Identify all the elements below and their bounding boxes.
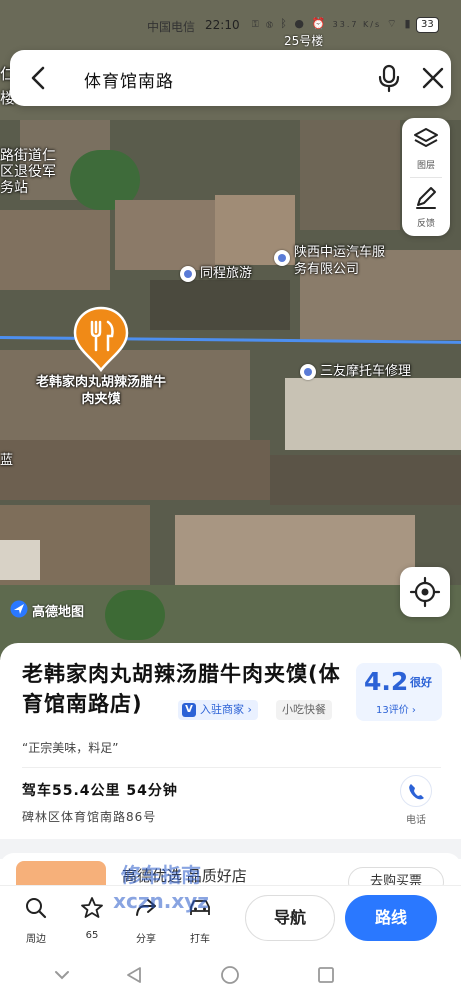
search-icon — [26, 898, 47, 919]
phone-label: 电话 — [406, 815, 426, 826]
signal-icon: ▮ — [404, 17, 413, 30]
layers-button[interactable]: 图层 — [402, 120, 450, 176]
nearby-label: 周边 — [26, 934, 46, 945]
locate-button[interactable] — [400, 567, 450, 617]
nav-recents-icon[interactable] — [316, 965, 336, 985]
map-block — [0, 210, 110, 290]
taxi-label: 打车 — [190, 934, 210, 945]
divider — [22, 767, 441, 768]
phone-circle — [400, 775, 432, 807]
drive-distance: 驾车55.4公里 54分钟 — [22, 783, 178, 799]
verified-icon: V — [182, 703, 196, 717]
share-label: 分享 — [136, 934, 156, 945]
route-button[interactable]: 路线 — [345, 895, 437, 941]
nearby-button[interactable]: 周边 — [14, 894, 58, 945]
favorite-count: 65 — [85, 930, 99, 941]
restaurant-pin-icon[interactable] — [72, 306, 130, 372]
amap-logo-text: 高德地图 — [32, 605, 85, 620]
carrier-label: 中国电信 — [147, 20, 196, 34]
map-block — [0, 440, 270, 500]
map-block — [115, 200, 215, 270]
feedback-button[interactable]: 反馈 — [402, 178, 450, 234]
car-service-icon[interactable] — [274, 250, 290, 266]
map-edge-label: 区退役军 — [0, 164, 56, 180]
back-arrow-icon[interactable] — [24, 63, 54, 93]
microphone-icon[interactable] — [374, 63, 404, 93]
wrench-icon[interactable] — [300, 364, 316, 380]
map-tools: 图层 反馈 — [402, 118, 450, 236]
amap-logo: 高德地图 — [10, 600, 84, 620]
review-count[interactable]: 13评价 › — [376, 701, 416, 716]
map-block — [270, 455, 461, 505]
phone-button[interactable]: 电话 — [398, 775, 434, 827]
rating-word: 很好 — [410, 676, 432, 689]
map-block — [105, 590, 165, 640]
feedback-label: 反馈 — [416, 219, 435, 229]
map-block — [300, 120, 400, 230]
navigate-button[interactable]: 导航 — [245, 895, 335, 941]
layers-label: 图层 — [416, 161, 435, 171]
key-icon: ⚿ — [252, 17, 261, 30]
edit-icon — [416, 187, 436, 209]
category-tag: 小吃快餐 — [276, 700, 332, 720]
nfc-icon: Ⓝ — [266, 17, 275, 30]
clock: 22:10 — [205, 18, 240, 32]
watermark: 修车指南 xczn.xyz — [113, 863, 209, 913]
map-block — [175, 515, 415, 595]
close-icon[interactable] — [418, 63, 448, 93]
phone-icon — [409, 784, 424, 800]
locate-icon — [409, 576, 441, 608]
map-edge-label: 路街道仁 — [0, 148, 56, 164]
nav-back-icon[interactable] — [124, 965, 144, 985]
amap-arrow-icon — [10, 600, 28, 618]
review-quote: “正宗美味，料足” — [22, 741, 119, 755]
battery-indicator: 33 — [416, 17, 439, 33]
search-query[interactable]: 体育馆南路 — [84, 67, 174, 92]
action-bar: 周边 65 分享 打车 导航 路线 — [0, 885, 461, 951]
nav-home-icon[interactable] — [220, 965, 240, 985]
poi-marker[interactable] — [180, 266, 196, 282]
status-bar: 中国电信 22:10 ⚿ Ⓝ ᛒ ● ⏰ 33.7 K/s ⌔ ▮ 33 — [0, 0, 461, 48]
net-speed: 33.7 K/s — [332, 20, 382, 29]
map-block — [285, 378, 461, 450]
status-icons: ⚿ Ⓝ ᛒ ● ⏰ 33.7 K/s ⌔ ▮ — [252, 17, 413, 31]
poi-label-sanyou[interactable]: 三友摩托车修理 — [320, 363, 411, 380]
alarm-icon: ⏰ — [311, 17, 328, 30]
poi-label-tongcheng[interactable]: 同程旅游 — [200, 265, 252, 282]
poi-label-zhongyun[interactable]: 陕西中运汽车服务有限公司 — [294, 244, 386, 278]
rating-score: 4.2 — [364, 667, 409, 696]
map-block — [150, 280, 290, 330]
pin-label[interactable]: 老韩家肉丸胡辣汤腊牛肉夹馍 — [36, 374, 166, 408]
search-bar[interactable]: 体育馆南路 — [10, 50, 451, 106]
wifi-icon: ⌔ — [386, 17, 399, 30]
bluetooth-icon: ᛒ — [280, 17, 289, 30]
verified-tag-label: 入驻商家 — [200, 703, 244, 716]
map-edge-label: 蓝 — [0, 453, 14, 468]
map-edge-label: 务站 — [0, 180, 28, 196]
location-icon: ● — [294, 17, 306, 30]
layers-icon — [414, 128, 438, 147]
chevron-down-icon[interactable] — [52, 965, 72, 985]
system-nav-bar — [0, 951, 461, 1000]
verified-merchant-tag[interactable]: V 入驻商家 › — [178, 700, 258, 720]
address: 碑林区体育馆南路86号 — [22, 810, 157, 824]
map-block — [0, 540, 40, 580]
rating-card[interactable]: 4.2 很好 13评价 › — [356, 663, 442, 721]
